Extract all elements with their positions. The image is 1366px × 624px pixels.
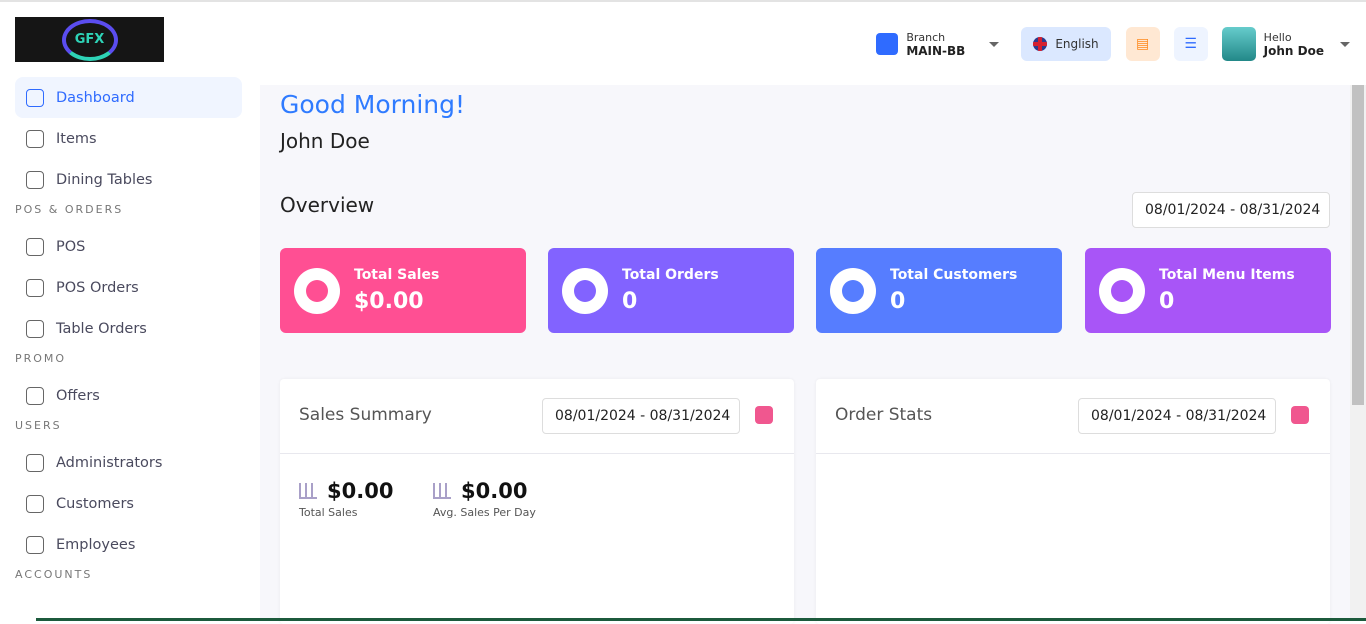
dashboard-icon xyxy=(26,88,44,107)
profile-menu[interactable]: Hello John Doe xyxy=(1221,27,1350,61)
total-sales-label: Total Sales xyxy=(299,506,358,519)
sidebar-item-dining-tables[interactable]: Dining Tables xyxy=(15,159,242,200)
sidebar-section-label: USERS xyxy=(15,419,62,432)
store-icon xyxy=(876,33,899,55)
sidebar-item-label: Table Orders xyxy=(56,320,147,337)
sidebar-item-items[interactable]: Items xyxy=(15,118,242,159)
box-icon xyxy=(26,129,44,148)
bar-chart-icon xyxy=(299,483,317,499)
receipt-icon xyxy=(26,237,44,256)
stat-card-total-menu-items: Total Menu Items 0 xyxy=(1085,248,1331,333)
sidebar-item-employees[interactable]: Employees xyxy=(15,524,242,565)
align-left-icon: ☰ xyxy=(1184,36,1197,52)
uk-flag-icon xyxy=(1033,37,1048,51)
top-border xyxy=(0,0,1366,3)
overview-date-range[interactable]: 08/01/2024 - 08/31/2024 xyxy=(1132,192,1330,228)
branch-value: MAIN-BB xyxy=(906,43,966,58)
card-value: 0 xyxy=(890,289,906,314)
cloche-icon xyxy=(26,319,44,338)
greeting: Good Morning! xyxy=(280,90,466,119)
main-content: Good Morning! John Doe Overview 08/01/20… xyxy=(260,85,1350,624)
total-sales-value: $0.00 xyxy=(327,479,394,503)
sidebar-item-pos-orders[interactable]: POS Orders xyxy=(15,267,242,308)
bar-chart-icon xyxy=(433,483,451,499)
sidebar-item-label: POS xyxy=(56,238,86,255)
logo[interactable]: GFX xyxy=(15,17,164,62)
sidebar-item-label: Dashboard xyxy=(56,89,135,106)
table-icon xyxy=(26,170,44,189)
user-name: John Doe xyxy=(280,129,370,153)
sales-date-range[interactable]: 08/01/2024 - 08/31/2024 xyxy=(542,398,740,434)
pos-receipt-button[interactable]: ▤ xyxy=(1125,27,1160,61)
sidebar-section-label: POS & ORDERS xyxy=(15,203,124,216)
sidebar-item-table-orders[interactable]: Table Orders xyxy=(15,308,242,349)
customers-icon xyxy=(26,494,44,513)
card-icon xyxy=(1099,267,1145,314)
stat-card-total-customers: Total Customers 0 xyxy=(816,248,1062,333)
menu-toggle-button[interactable]: ☰ xyxy=(1173,27,1208,61)
user-icon xyxy=(26,453,44,472)
card-label: Total Orders xyxy=(622,267,719,283)
card-value: 0 xyxy=(622,289,638,314)
avg-sales-label: Avg. Sales Per Day xyxy=(433,506,536,519)
sidebar-item-administrators[interactable]: Administrators xyxy=(15,442,242,483)
employees-icon xyxy=(26,535,44,554)
card-icon xyxy=(294,267,340,314)
language-button[interactable]: English xyxy=(1021,27,1111,61)
scrollbar[interactable] xyxy=(1350,85,1366,621)
branch-label: Branch xyxy=(906,30,946,44)
logo-mark: GFX xyxy=(61,18,118,61)
order-date-range[interactable]: 08/01/2024 - 08/31/2024 xyxy=(1078,398,1276,434)
sidebar-item-label: Administrators xyxy=(56,454,163,471)
discount-icon xyxy=(26,386,44,405)
card-value: 0 xyxy=(1159,289,1175,314)
sidebar-section-label: PROMO xyxy=(15,352,67,365)
sidebar-item-label: Dining Tables xyxy=(56,171,153,188)
language-label: English xyxy=(1055,37,1099,51)
card-label: Total Customers xyxy=(890,267,1018,283)
order-stats-panel: Order Stats 08/01/2024 - 08/31/2024 xyxy=(816,379,1330,624)
orders-icon xyxy=(26,278,44,297)
header-actions: Branch MAIN-BB English ▤ ☰ Hello John Doe xyxy=(876,27,1350,61)
sidebar-item-label: POS Orders xyxy=(56,279,139,296)
avg-sales-stat: $0.00 Avg. Sales Per Day xyxy=(433,479,536,519)
sidebar-item-customers[interactable]: Customers xyxy=(15,483,242,524)
calendar-icon[interactable] xyxy=(755,406,773,424)
profile-name: John Doe xyxy=(1263,43,1324,58)
stat-card-total-sales: Total Sales $0.00 xyxy=(280,248,526,333)
stat-card-total-orders: Total Orders 0 xyxy=(548,248,794,333)
sidebar-item-dashboard[interactable]: Dashboard xyxy=(15,77,242,118)
chevron-down-icon xyxy=(1340,41,1350,47)
sidebar: Dashboard Items Dining Tables POS & ORDERS P… xyxy=(0,77,260,591)
calendar-icon[interactable] xyxy=(1291,406,1309,424)
receipt-icon: ▤ xyxy=(1136,36,1150,52)
card-label: Total Sales xyxy=(354,267,440,283)
sidebar-item-label: Customers xyxy=(56,495,134,512)
hello-label: Hello xyxy=(1263,30,1292,44)
sidebar-item-label: Items xyxy=(56,130,97,147)
scrollbar-thumb[interactable] xyxy=(1352,85,1364,405)
chevron-down-icon xyxy=(989,41,1000,47)
sidebar-section-label: ACCOUNTS xyxy=(15,568,93,581)
card-icon xyxy=(562,267,608,314)
sales-summary-panel: Sales Summary 08/01/2024 - 08/31/2024 $0… xyxy=(280,379,794,624)
order-stats-title: Order Stats xyxy=(835,405,933,425)
card-icon xyxy=(830,267,876,314)
sidebar-item-offers[interactable]: Offers xyxy=(15,375,242,416)
card-label: Total Menu Items xyxy=(1159,267,1295,283)
sales-summary-title: Sales Summary xyxy=(299,405,432,425)
sidebar-item-label: Employees xyxy=(56,536,136,553)
sidebar-item-pos[interactable]: POS xyxy=(15,226,242,267)
overview-title: Overview xyxy=(280,193,375,217)
card-value: $0.00 xyxy=(354,289,424,314)
avg-sales-value: $0.00 xyxy=(461,479,528,503)
total-sales-stat: $0.00 Total Sales xyxy=(299,479,393,519)
avatar xyxy=(1221,27,1256,61)
sidebar-item-label: Offers xyxy=(56,387,100,404)
branch-selector[interactable]: Branch MAIN-BB xyxy=(876,30,1000,58)
